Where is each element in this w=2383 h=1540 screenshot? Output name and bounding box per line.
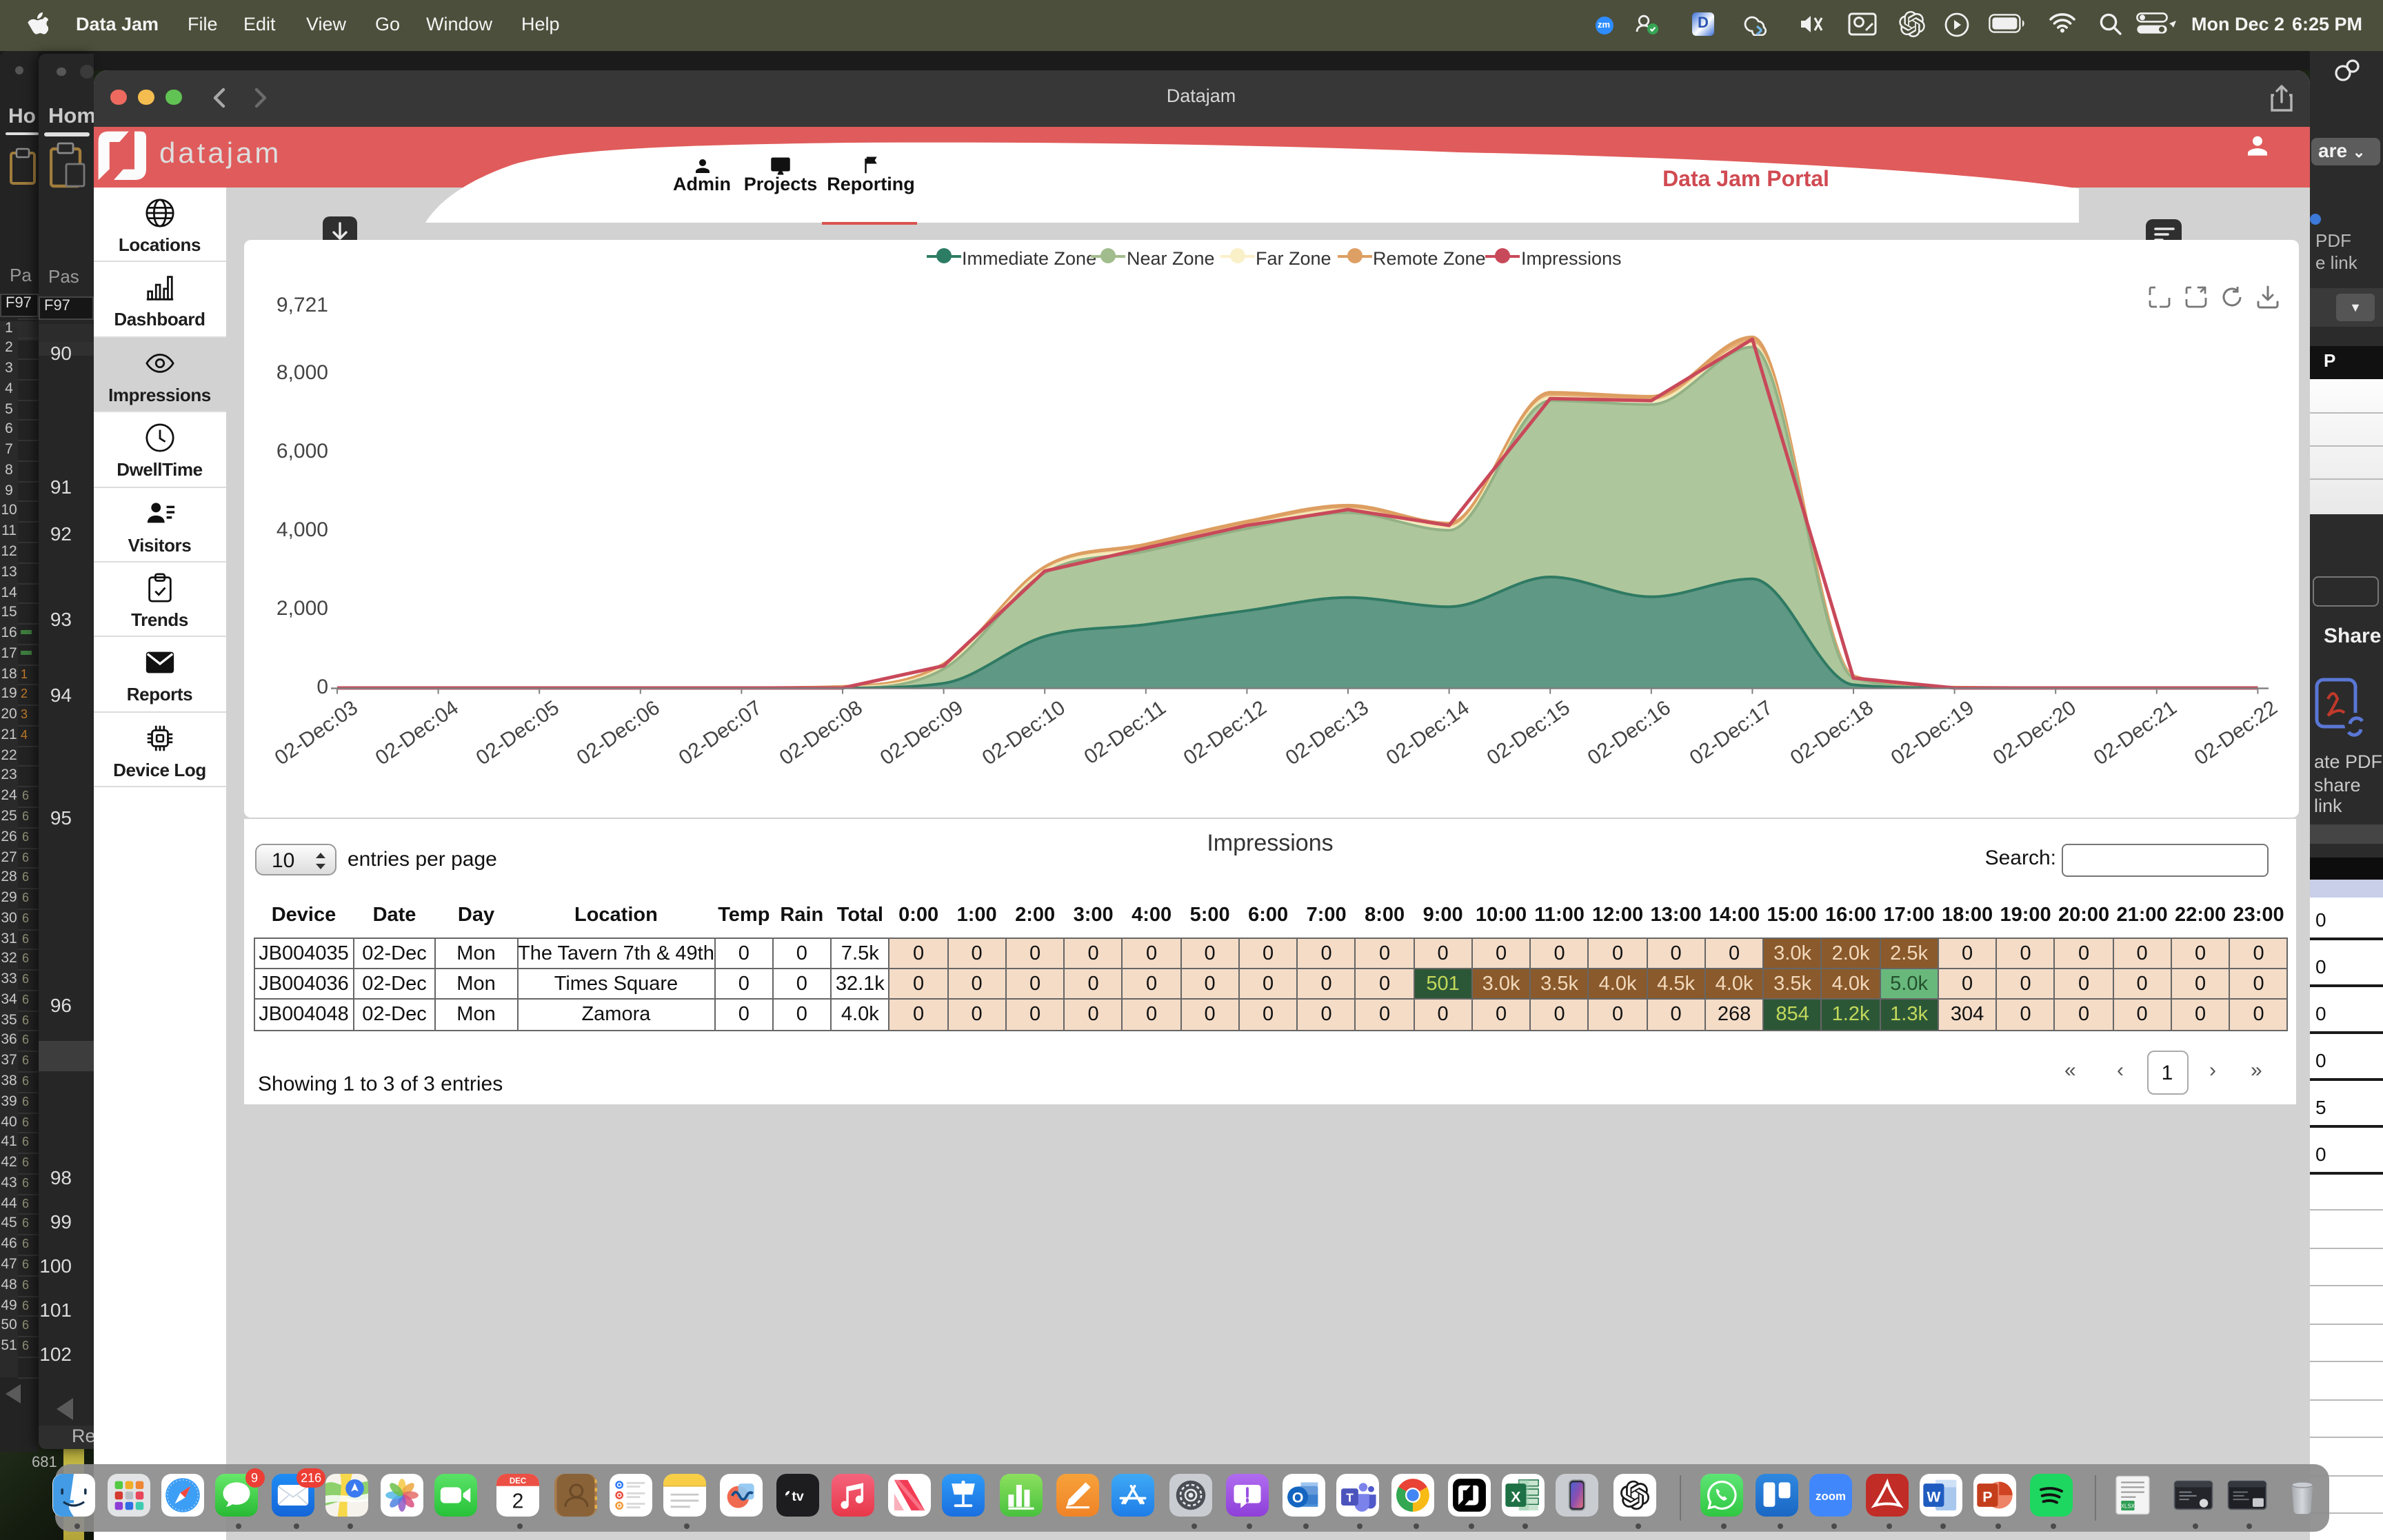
svg-text:X: X [1511, 1489, 1520, 1506]
svg-text:W: W [1927, 1489, 1941, 1506]
svg-text:zoom: zoom [1816, 1490, 1847, 1503]
svg-text:T: T [1345, 1491, 1353, 1505]
svg-text:XLSX: XLSX [2121, 1503, 2135, 1510]
svg-text:P: P [1982, 1489, 1992, 1506]
svg-text:O: O [1291, 1490, 1303, 1506]
svg-text:2: 2 [512, 1490, 523, 1513]
svg-text:tv: tv [791, 1489, 803, 1504]
svg-text:DEC: DEC [509, 1477, 525, 1486]
